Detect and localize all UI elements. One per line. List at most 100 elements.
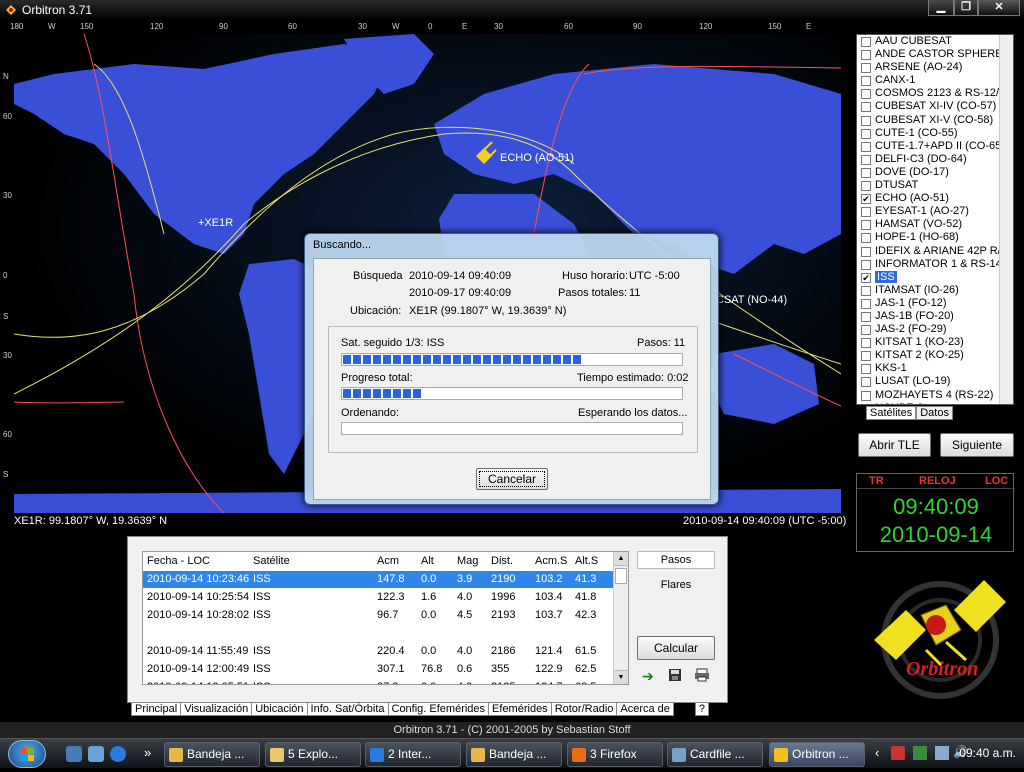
checkbox[interactable] xyxy=(861,50,871,61)
taskbar-button[interactable]: Orbitron ... xyxy=(769,742,865,767)
satellite-list-item[interactable]: CUTE-1 (CO-55) xyxy=(857,127,1013,140)
checkbox[interactable]: ✔ xyxy=(861,272,871,283)
table-row[interactable]: 2010-09-14 10:28:02 ISS 96.7 0.0 4.5 2193 103.… xyxy=(143,607,613,624)
switch-windows-icon[interactable] xyxy=(88,746,104,762)
taskbar-button[interactable]: 3 Firefox xyxy=(567,742,663,767)
table-row[interactable]: 2010-09-14 10:23:46 ISS 147.8 0.0 3.9 2190 103… xyxy=(143,571,613,588)
table-row[interactable]: 2010-09-14 12:05:51 ISS 37.3 0.0 4.3 2185 124.… xyxy=(143,679,613,684)
checkbox[interactable] xyxy=(861,338,871,349)
satellite-list-item[interactable]: ITAMSAT (IO-26) xyxy=(857,284,1013,297)
table-row[interactable]: 2010-09-14 12:00:49 ISS 307.1 76.8 0.6 355 122… xyxy=(143,661,613,678)
checkbox[interactable] xyxy=(861,298,871,309)
tab-main-2[interactable]: Ubicación xyxy=(251,702,308,716)
clock-tr-button[interactable]: TR xyxy=(869,475,884,487)
satellite-list-item[interactable]: KITSAT 1 (KO-23) xyxy=(857,336,1013,349)
satellite-list-item[interactable]: JAS-1 (FO-12) xyxy=(857,297,1013,310)
table-row[interactable] xyxy=(143,625,613,642)
checkbox[interactable] xyxy=(861,246,871,257)
satellite-list-item[interactable]: INFORMATOR 1 & RS-14 xyxy=(857,258,1013,271)
tab-main-6[interactable]: Rotor/Radio xyxy=(550,702,618,716)
checkbox[interactable] xyxy=(861,141,871,152)
checkbox[interactable] xyxy=(861,233,871,244)
satellite-list-item[interactable]: NCUBE-2 xyxy=(857,402,1013,404)
column-header[interactable]: Dist. xyxy=(491,555,513,567)
taskbar-button[interactable]: Cardfile ... xyxy=(667,742,763,767)
table-row[interactable]: 2010-09-14 10:25:54 ISS 122.3 1.6 4.0 1996 103… xyxy=(143,589,613,606)
tray-expand-icon[interactable]: ‹ xyxy=(875,745,879,760)
start-button[interactable] xyxy=(8,740,46,768)
cancel-button[interactable]: Cancelar xyxy=(476,468,548,490)
satellite-list-item[interactable]: DTUSAT xyxy=(857,179,1013,192)
tab-main-3[interactable]: Info. Sat/Órbita xyxy=(306,702,389,716)
arrow-right-icon[interactable]: ➔ xyxy=(642,668,654,685)
checkbox[interactable] xyxy=(861,377,871,388)
satellite-list-item[interactable]: ANDE CASTOR SPHERE xyxy=(857,48,1013,61)
checkbox[interactable] xyxy=(861,403,871,404)
tab-main-5[interactable]: Efemérides xyxy=(488,702,552,716)
close-button[interactable]: ✕ xyxy=(978,0,1020,16)
checkbox[interactable]: ✔ xyxy=(861,194,871,205)
satellite-list-item[interactable]: CANX-1 xyxy=(857,74,1013,87)
satellite-list-item[interactable]: CUBESAT XI-IV (CO-57) xyxy=(857,100,1013,113)
tab-satelites[interactable]: Satélites xyxy=(866,406,917,420)
column-header[interactable]: Mag xyxy=(457,555,478,567)
column-header[interactable]: Satélite xyxy=(253,555,290,567)
clock-loc-button[interactable]: LOC xyxy=(985,475,1008,487)
column-header[interactable]: Acm.S xyxy=(535,555,567,567)
satellite-list-item[interactable]: KKS-1 xyxy=(857,362,1013,375)
satellite-list-item[interactable]: ✔ ISS xyxy=(857,270,1013,284)
checkbox[interactable] xyxy=(861,115,871,126)
taskbar-button[interactable]: Bandeja ... xyxy=(164,742,260,767)
satellite-list-scrollbar[interactable] xyxy=(999,35,1013,404)
scroll-up-icon[interactable]: ▲ xyxy=(614,552,628,566)
tab-pasos[interactable]: Pasos xyxy=(637,551,715,569)
satellite-list-item[interactable]: DELFI-C3 (DO-64) xyxy=(857,153,1013,166)
tab-main-1[interactable]: Visualización xyxy=(180,702,253,716)
satellite-list-item[interactable]: JAS-2 (FO-29) xyxy=(857,323,1013,336)
tab-flares[interactable]: Flares xyxy=(637,577,715,595)
satellite-list-item[interactable]: CUBESAT XI-V (CO-58) xyxy=(857,114,1013,127)
checkbox[interactable] xyxy=(861,207,871,218)
checkbox[interactable] xyxy=(861,181,871,192)
satellite-list-item[interactable]: LUSAT (LO-19) xyxy=(857,375,1013,388)
open-tle-button[interactable]: Abrir TLE xyxy=(858,433,931,457)
checkbox[interactable] xyxy=(861,390,871,401)
checkbox[interactable] xyxy=(861,220,871,231)
checkbox[interactable] xyxy=(861,154,871,165)
satellite-list-item[interactable]: JAS-1B (FO-20) xyxy=(857,310,1013,323)
quicklaunch-chevron[interactable]: » xyxy=(144,745,151,760)
checkbox[interactable] xyxy=(861,37,871,47)
print-icon[interactable] xyxy=(694,668,710,682)
satellite-list-item[interactable]: KITSAT 2 (KO-25) xyxy=(857,349,1013,362)
maximize-button[interactable]: ❐ xyxy=(954,0,978,16)
checkbox[interactable] xyxy=(861,167,871,178)
satellite-list-item[interactable]: ✔ ECHO (AO-51) xyxy=(857,192,1013,205)
tab-main-7[interactable]: Acerca de xyxy=(616,702,674,716)
taskbar-button[interactable]: Bandeja ... xyxy=(466,742,562,767)
show-desktop-icon[interactable] xyxy=(66,746,82,762)
next-button[interactable]: Siguiente xyxy=(940,433,1014,457)
column-header[interactable]: Alt.S xyxy=(575,555,598,567)
checkbox[interactable] xyxy=(861,128,871,139)
calculate-button[interactable]: Calcular xyxy=(637,636,715,660)
checkbox[interactable] xyxy=(861,63,871,74)
tray-clock[interactable]: 09:40 a.m. xyxy=(959,746,1016,760)
internet-explorer-icon[interactable] xyxy=(110,746,126,762)
taskbar-button[interactable]: 5 Explo... xyxy=(265,742,361,767)
checkbox[interactable] xyxy=(861,325,871,336)
taskbar-button[interactable]: 2 Inter... xyxy=(365,742,461,767)
satellite-list-item[interactable]: HAMSAT (VO-52) xyxy=(857,218,1013,231)
column-header[interactable]: Alt xyxy=(421,555,434,567)
tab-main-4[interactable]: Config. Efemérides xyxy=(387,702,490,716)
column-header[interactable]: Acm xyxy=(377,555,399,567)
checkbox[interactable] xyxy=(861,259,871,270)
checkbox[interactable] xyxy=(861,89,871,100)
save-icon[interactable] xyxy=(668,668,682,682)
satellite-list-item[interactable]: COSMOS 2123 & RS-12/1 xyxy=(857,87,1013,100)
tab-main-0[interactable]: Principal xyxy=(131,702,182,716)
satellite-list-item[interactable]: DOVE (DO-17) xyxy=(857,166,1013,179)
satellite-list-item[interactable]: IDEFIX & ARIANE 42P R/ xyxy=(857,245,1013,258)
scroll-down-icon[interactable]: ▼ xyxy=(614,670,628,684)
tab-datos[interactable]: Datos xyxy=(916,406,953,420)
satellite-list[interactable]: AAU CUBESAT ANDE CASTOR SPHERE ARSENE (AO-… xyxy=(856,34,1014,405)
